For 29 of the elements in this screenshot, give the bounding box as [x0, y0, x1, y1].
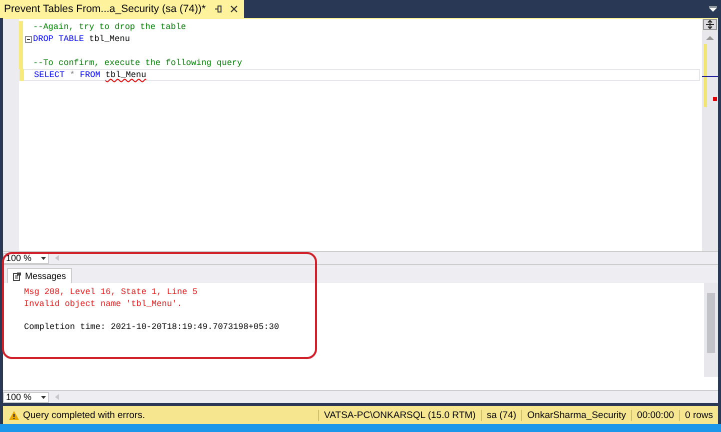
messages-icon	[13, 272, 22, 280]
code-line: SELECT * FROM tbl_Menu	[34, 69, 146, 81]
code-line: --To confirm, execute the following query	[33, 57, 242, 69]
code-line: DROP TABLE tbl_Menu	[33, 33, 130, 45]
collapse-icon[interactable]	[25, 36, 32, 42]
close-icon[interactable]	[230, 5, 238, 13]
message-text: Invalid object name 'tbl_Menu'.	[24, 298, 184, 310]
status-field: sa (74)	[480, 410, 522, 420]
error-marker	[713, 97, 717, 101]
dropdown-icon[interactable]	[709, 6, 717, 12]
message-text: Msg 208, Level 16, State 1, Line 5	[24, 287, 198, 298]
status-field: 00:00:00	[631, 410, 680, 420]
caret-marker	[702, 76, 718, 77]
status-field: VATSA-PC\ONKARSQL (15.0 RTM)	[318, 410, 481, 420]
status-message: Query completed with errors.	[23, 410, 145, 420]
scrollbar-thumb[interactable]	[707, 293, 715, 353]
code-line: --Again, try to drop the table	[33, 21, 186, 33]
status-field: OnkarSharma_Security	[521, 410, 632, 420]
document-tab[interactable]: Prevent Tables From...a_Security (sa (74))*	[0, 0, 244, 18]
zoom-dropdown[interactable]: 100 %	[3, 392, 49, 402]
caret-icon	[41, 256, 46, 260]
status-field: 0 rows	[679, 410, 718, 420]
pin-icon[interactable]	[214, 5, 222, 13]
change-marker	[704, 44, 707, 107]
messages-tab[interactable]: Messages	[7, 268, 72, 283]
caret-icon	[41, 396, 46, 398]
split-icon[interactable]	[703, 19, 717, 30]
message-text: Completion time: 2021-10-20T18:19:49.7073198+05:30	[24, 322, 280, 333]
warning-icon	[9, 410, 19, 420]
